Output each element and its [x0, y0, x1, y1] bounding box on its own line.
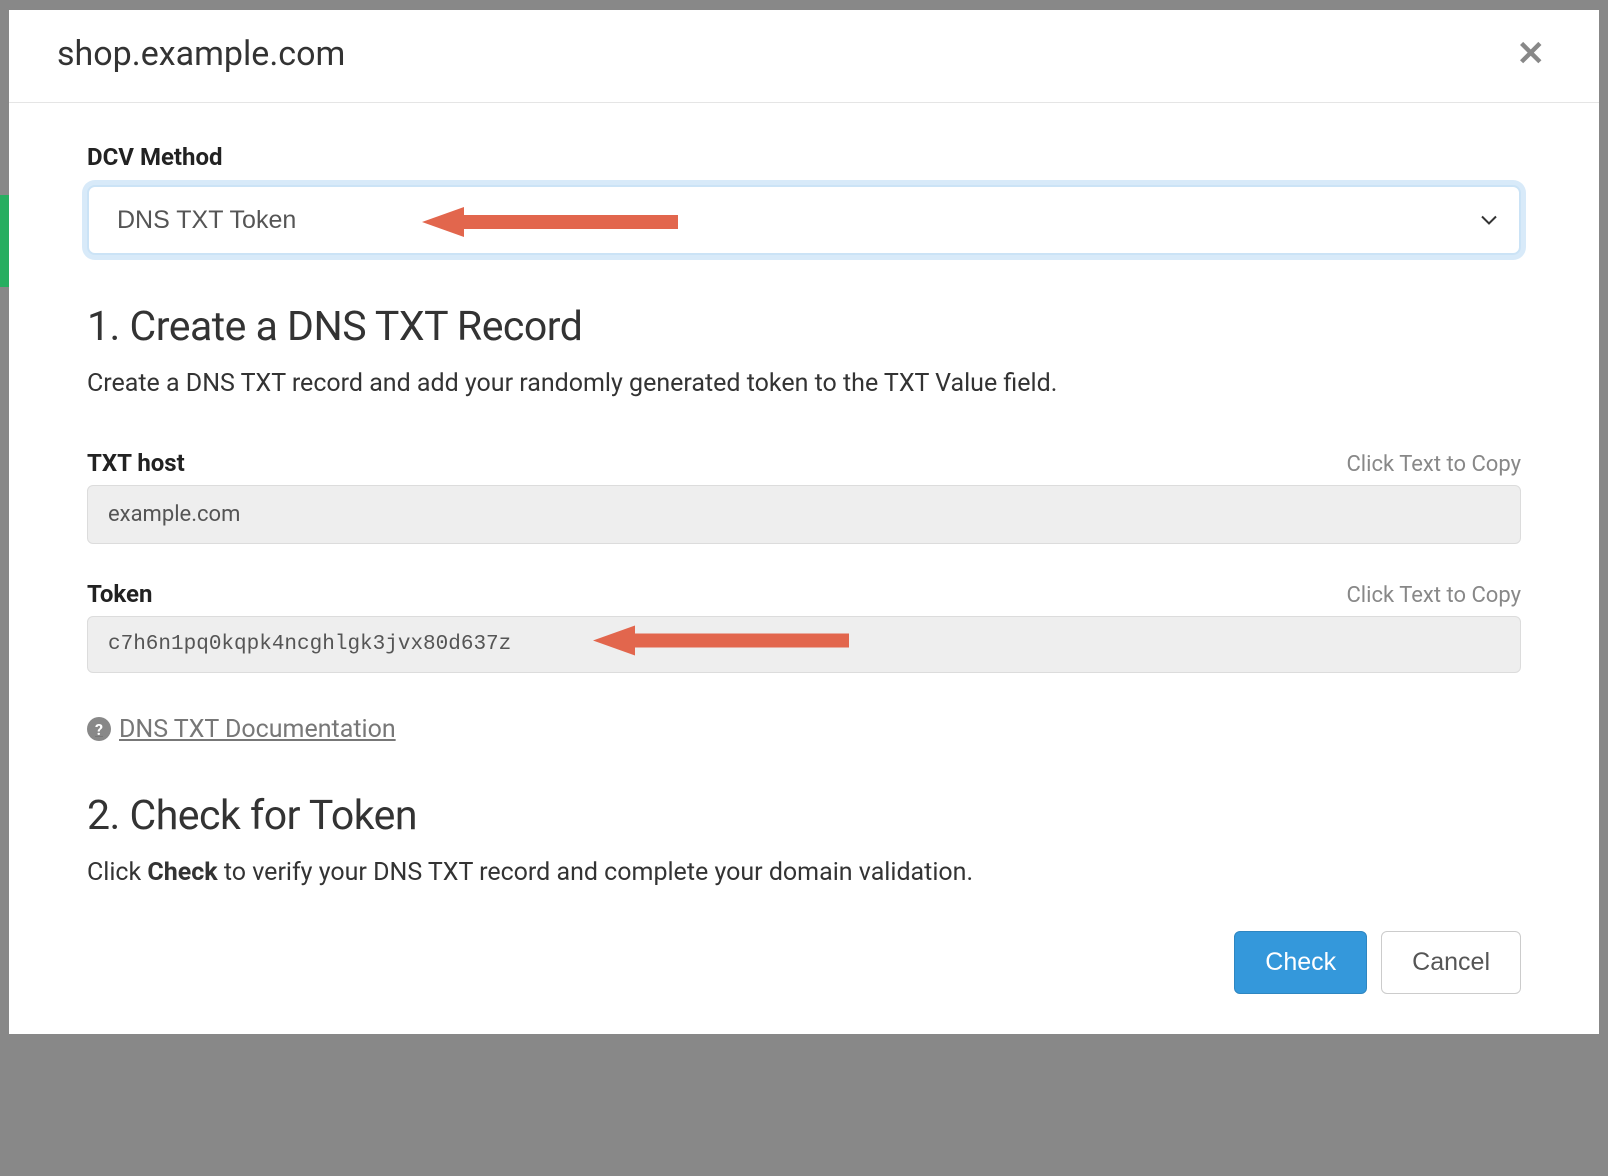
annotation-arrow-2 — [593, 626, 849, 663]
token-label: Token — [87, 580, 152, 608]
section-1-heading: 1. Create a DNS TXT Record — [87, 303, 1521, 351]
section-1-text: Create a DNS TXT record and add your ran… — [87, 365, 1521, 403]
modal-title: shop.example.com — [57, 34, 345, 74]
section-2-heading: 2. Check for Token — [87, 792, 1521, 840]
modal-dialog: shop.example.com ✕ DCV Method DNS TXT To… — [9, 10, 1599, 1034]
dcv-method-select[interactable]: DNS TXT Token — [87, 185, 1521, 255]
check-button[interactable]: Check — [1234, 931, 1367, 994]
doc-link-text: DNS TXT Documentation — [119, 715, 396, 744]
section-2-suffix: to verify your DNS TXT record and comple… — [218, 858, 973, 887]
modal-header: shop.example.com ✕ — [9, 10, 1599, 103]
close-icon: ✕ — [1517, 35, 1546, 73]
txt-host-label: TXT host — [87, 449, 185, 477]
txt-host-value[interactable]: example.com — [87, 485, 1521, 544]
dcv-method-select-wrap: DNS TXT Token — [87, 185, 1521, 255]
txt-host-row: TXT host Click Text to Copy — [87, 449, 1521, 477]
token-text: c7h6n1pq0kqpk4ncghlgk3jvx80d637z — [108, 633, 511, 656]
modal-body: DCV Method DNS TXT Token 1. Create a DNS… — [9, 103, 1599, 1034]
cancel-button[interactable]: Cancel — [1381, 931, 1521, 994]
dcv-method-label: DCV Method — [87, 143, 1521, 171]
section-2-prefix: Click — [87, 858, 147, 887]
close-button[interactable]: ✕ — [1511, 37, 1552, 71]
help-icon: ? — [87, 717, 111, 741]
token-copy-hint: Click Text to Copy — [1346, 583, 1521, 608]
button-row: Check Cancel — [87, 931, 1521, 994]
token-value[interactable]: c7h6n1pq0kqpk4ncghlgk3jvx80d637z — [87, 616, 1521, 673]
txt-host-copy-hint: Click Text to Copy — [1346, 452, 1521, 477]
token-row: Token Click Text to Copy — [87, 580, 1521, 608]
dns-txt-documentation-link[interactable]: ? DNS TXT Documentation — [87, 715, 396, 744]
section-2-text: Click Check to verify your DNS TXT recor… — [87, 854, 1521, 892]
section-2-bold: Check — [147, 858, 217, 887]
